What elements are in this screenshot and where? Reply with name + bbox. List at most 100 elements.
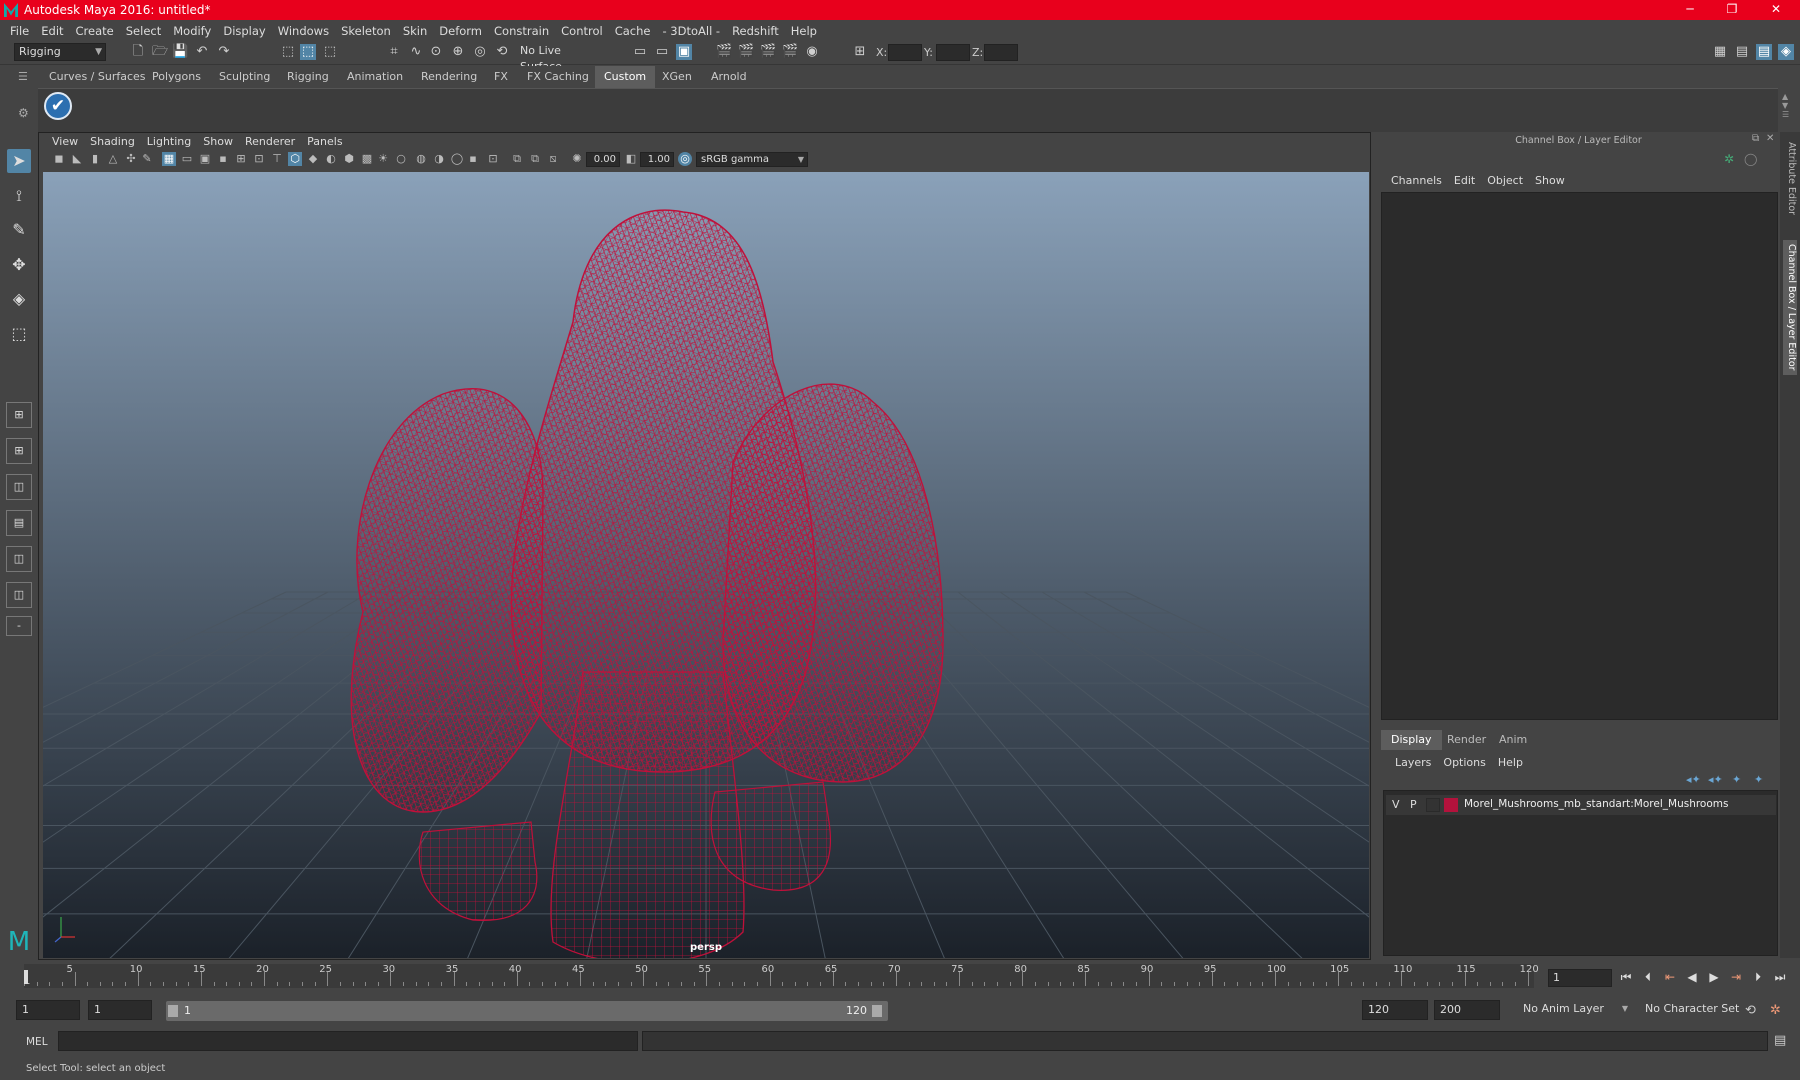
- shelf-tab-arnold[interactable]: Arnold: [702, 66, 756, 88]
- custom-script-checkmark-icon[interactable]: ✔: [44, 92, 72, 120]
- range-slider-bar[interactable]: 1 120: [166, 1001, 888, 1021]
- xray-icon[interactable]: ⧉: [510, 152, 524, 166]
- save-scene-icon[interactable]: 💾: [172, 44, 188, 60]
- select-component-icon[interactable]: ⬚: [322, 44, 338, 60]
- layer-tab-display[interactable]: Display: [1381, 730, 1442, 750]
- channel-menu-channels[interactable]: Channels: [1385, 174, 1448, 187]
- menu-file[interactable]: File: [4, 24, 35, 38]
- default-lighting-icon[interactable]: ◐: [324, 152, 338, 166]
- layer-color-swatch[interactable]: [1444, 798, 1458, 812]
- exposure-icon[interactable]: ✺: [570, 152, 584, 166]
- motion-blur-icon[interactable]: ◑: [432, 152, 446, 166]
- shelf-tab-rigging[interactable]: Rigging: [278, 66, 338, 88]
- menu-help[interactable]: Help: [785, 24, 823, 38]
- layer-menu-help[interactable]: Help: [1492, 756, 1529, 769]
- attribute-editor-toggle-icon[interactable]: ▤: [1734, 44, 1750, 60]
- snap-view-plane-icon[interactable]: ⊕: [450, 44, 466, 60]
- shadows-icon[interactable]: ○: [394, 152, 408, 166]
- resolution-gate-icon[interactable]: ▣: [198, 152, 212, 166]
- new-scene-icon[interactable]: 🗋: [130, 44, 146, 60]
- lasso-tool-icon[interactable]: ⟟: [7, 184, 31, 208]
- film-gate-icon[interactable]: ▭: [180, 152, 194, 166]
- layer-name[interactable]: Morel_Mushrooms_mb_standart:Morel_Mushro…: [1464, 798, 1728, 810]
- shelf-tab-fx[interactable]: FX: [485, 66, 517, 88]
- live-surface-field[interactable]: No Live Surface: [516, 43, 606, 73]
- layout-single-pane-icon[interactable]: ⊞: [6, 402, 32, 428]
- menu-constrain[interactable]: Constrain: [488, 24, 555, 38]
- menu-deform[interactable]: Deform: [433, 24, 488, 38]
- textured-icon[interactable]: ▩: [360, 152, 374, 166]
- x-field[interactable]: [888, 44, 922, 61]
- redo-icon[interactable]: ↷: [216, 44, 232, 60]
- playback-start-field[interactable]: 1: [88, 1000, 152, 1020]
- xray-components-icon[interactable]: ⧅: [546, 152, 560, 166]
- go-to-start-icon[interactable]: ⏮: [1618, 969, 1634, 985]
- layer-menu-options[interactable]: Options: [1437, 756, 1491, 769]
- channel-menu-show[interactable]: Show: [1529, 174, 1571, 187]
- new-layer-from-selection-icon[interactable]: ✦: [1754, 773, 1763, 786]
- shelf-tab-fx-caching[interactable]: FX Caching: [518, 66, 598, 88]
- menu-modify[interactable]: Modify: [167, 24, 217, 38]
- play-forwards-icon[interactable]: ▶: [1706, 969, 1722, 985]
- menu-display[interactable]: Display: [217, 24, 271, 38]
- channel-menu-object[interactable]: Object: [1481, 174, 1529, 187]
- z-field[interactable]: [984, 44, 1018, 61]
- close-button[interactable]: ✕: [1756, 0, 1796, 20]
- smooth-shading-icon[interactable]: ◆: [306, 152, 320, 166]
- step-back-key-icon[interactable]: ⏴: [1640, 969, 1656, 985]
- layer-menu-layers[interactable]: Layers: [1389, 756, 1437, 769]
- layout-four-pane-icon[interactable]: ⊞: [6, 438, 32, 464]
- character-set-dropdown[interactable]: No Character Set: [1640, 1000, 1752, 1020]
- float-panel-icon[interactable]: ⧉: [1752, 133, 1759, 144]
- layer-tab-anim[interactable]: Anim: [1489, 730, 1537, 750]
- depth-of-field-icon[interactable]: ▪: [466, 152, 480, 166]
- select-camera-icon[interactable]: ◼: [52, 152, 66, 166]
- command-language-label[interactable]: MEL: [26, 1036, 48, 1048]
- menu-control[interactable]: Control: [555, 24, 609, 38]
- grid-toggle-icon[interactable]: ▦: [162, 152, 176, 166]
- shelf-menu-icon[interactable]: ☰: [18, 70, 28, 83]
- shelf-tab-curves-surfaces[interactable]: Curves / Surfaces: [40, 66, 155, 88]
- command-input[interactable]: [58, 1031, 638, 1051]
- minimize-button[interactable]: ─: [1670, 0, 1710, 20]
- menu-cache[interactable]: Cache: [609, 24, 657, 38]
- animation-start-field[interactable]: 1: [16, 1000, 80, 1020]
- menu-skin[interactable]: Skin: [397, 24, 433, 38]
- play-backwards-icon[interactable]: ◀: [1684, 969, 1700, 985]
- shelf-settings-gear-icon[interactable]: ⚙: [18, 106, 29, 120]
- snap-grid-icon[interactable]: ⌗: [386, 44, 402, 60]
- screen-space-ao-icon[interactable]: ◍: [414, 152, 428, 166]
- y-field[interactable]: [936, 44, 970, 61]
- menu-windows[interactable]: Windows: [272, 24, 335, 38]
- move-layer-up-icon[interactable]: ◂✦: [1686, 773, 1701, 786]
- select-object-icon[interactable]: ⬚: [300, 44, 316, 60]
- ipr-render-icon[interactable]: 🎬: [738, 44, 754, 60]
- camera-attributes-icon[interactable]: ◣: [70, 152, 84, 166]
- range-start-handle[interactable]: [168, 1005, 178, 1017]
- auto-key-icon[interactable]: ⟲: [1745, 1003, 1756, 1018]
- exposure-field[interactable]: 0.00: [586, 152, 620, 167]
- maximize-button[interactable]: ❐: [1712, 0, 1752, 20]
- menu-3dtoall[interactable]: - 3DtoAll -: [656, 24, 726, 38]
- render-settings-icon[interactable]: 🎬: [760, 44, 776, 60]
- gate-mask-icon[interactable]: ▪: [216, 152, 230, 166]
- animation-preferences-icon[interactable]: ✲: [1770, 1003, 1781, 1018]
- viewport-menu-panels[interactable]: Panels: [301, 135, 348, 148]
- colorspace-dropdown[interactable]: sRGB gamma ▼: [696, 152, 808, 167]
- shelf-tab-animation[interactable]: Animation: [338, 66, 412, 88]
- shelf-scroll-arrows-icon[interactable]: ▲ ▼ ☰: [1782, 92, 1789, 119]
- menu-select[interactable]: Select: [120, 24, 167, 38]
- open-scene-icon[interactable]: 🗁: [152, 44, 168, 60]
- make-live-icon[interactable]: ⟲: [494, 44, 510, 60]
- move-tool-icon[interactable]: ✥: [7, 253, 31, 277]
- menu-skeleton[interactable]: Skeleton: [335, 24, 397, 38]
- xray-joints-icon[interactable]: ⧉: [528, 152, 542, 166]
- layout-persp-graph-icon[interactable]: ▤: [6, 510, 32, 536]
- scale-tool-icon[interactable]: ⬚: [7, 322, 31, 346]
- layout-more-icon[interactable]: -: [6, 616, 32, 636]
- field-chart-icon[interactable]: ⊞: [234, 152, 248, 166]
- gamma-icon[interactable]: ◧: [624, 152, 638, 166]
- shelf-tab-polygons[interactable]: Polygons: [143, 66, 210, 88]
- snap-curve-icon[interactable]: ∿: [408, 44, 424, 60]
- close-panel-icon[interactable]: ✕: [1766, 133, 1774, 144]
